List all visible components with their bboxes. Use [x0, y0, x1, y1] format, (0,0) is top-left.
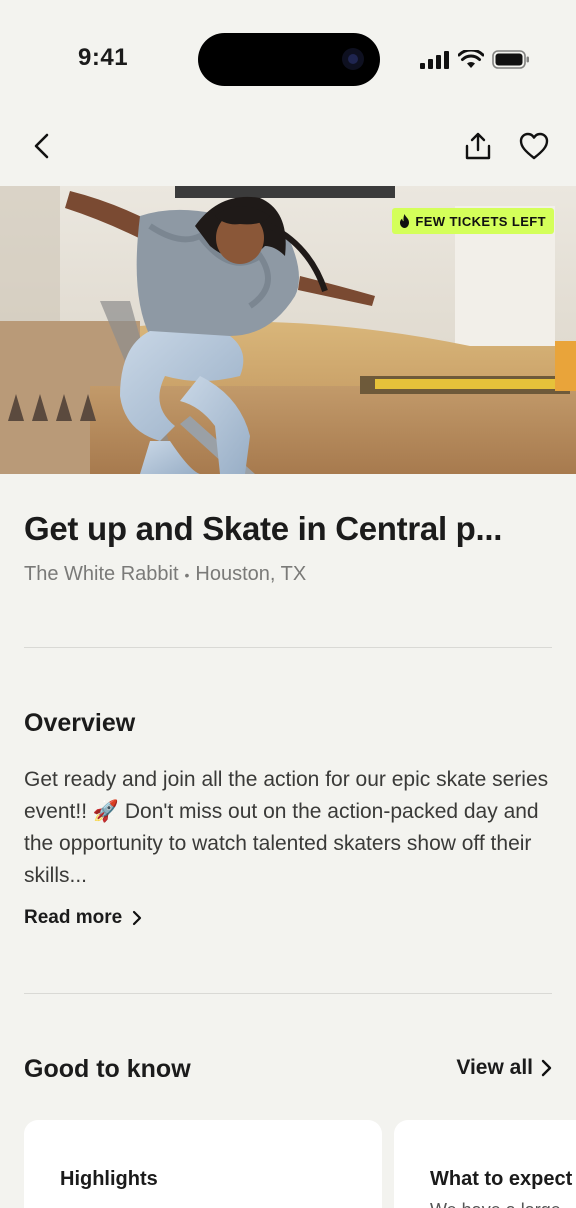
status-icons: [420, 50, 530, 69]
event-location-line: The White Rabbit • Houston, TX: [24, 563, 306, 586]
read-more-label: Read more: [24, 907, 123, 928]
read-more-link[interactable]: Read more: [24, 907, 142, 929]
view-all-label: View all: [456, 1056, 533, 1079]
back-icon: [34, 133, 49, 159]
what-to-expect-card[interactable]: What to expect We have a large: [394, 1120, 576, 1208]
divider: [24, 993, 552, 994]
status-time: 9:41: [78, 44, 129, 71]
cellular-signal-icon: [420, 50, 449, 69]
overview-description: Get ready and join all the action for ou…: [24, 768, 549, 887]
good-to-know-heading: Good to know: [24, 1055, 191, 1083]
view-all-link[interactable]: View all: [456, 1056, 552, 1080]
event-title: Get up and Skate in Central p...: [24, 510, 503, 547]
back-button[interactable]: [22, 126, 62, 166]
share-icon: [465, 132, 491, 160]
flame-icon: [400, 214, 410, 228]
highlights-card[interactable]: Highlights: [24, 1120, 382, 1208]
card-title: What to expect: [430, 1168, 573, 1190]
card-title: Highlights: [60, 1168, 158, 1190]
overview-heading: Overview: [24, 709, 136, 737]
chevron-right-icon: [133, 910, 142, 926]
event-hero-image: FEW TICKETS LEFT: [0, 186, 576, 474]
heart-icon: [519, 132, 549, 160]
status-bar: 9:41: [0, 0, 576, 110]
dynamic-island: [198, 33, 380, 86]
separator-dot: •: [184, 566, 190, 583]
chevron-right-icon: [541, 1059, 552, 1077]
card-subtitle: We have a large: [430, 1200, 561, 1208]
badge-label: FEW TICKETS LEFT: [415, 213, 546, 229]
divider: [24, 647, 552, 648]
few-tickets-badge: FEW TICKETS LEFT: [392, 208, 554, 234]
top-nav: [0, 118, 576, 174]
share-button[interactable]: [458, 126, 498, 166]
event-venue[interactable]: The White Rabbit: [24, 563, 179, 586]
wifi-icon: [458, 50, 484, 68]
event-city: Houston, TX: [195, 563, 307, 585]
favorite-button[interactable]: [514, 126, 554, 166]
battery-icon: [492, 50, 529, 69]
